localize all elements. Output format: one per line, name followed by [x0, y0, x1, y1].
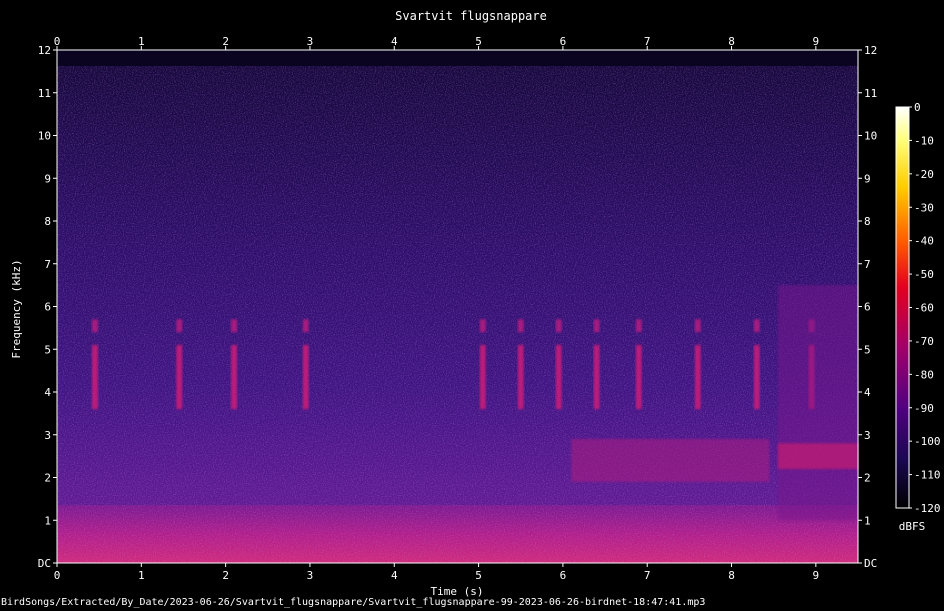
- call-trace-6: [555, 344, 562, 410]
- colorbar-tick-label: -80: [914, 368, 934, 381]
- colorbar-tick-label: -40: [914, 235, 934, 248]
- x-tick-label-top: 2: [222, 35, 229, 48]
- call-trace-2: [231, 344, 238, 410]
- y-tick-label-right: 8: [864, 215, 871, 228]
- colorbar-tick-label: 0: [914, 101, 921, 114]
- y-tick-label-left: DC: [38, 557, 51, 570]
- x-tick-label-top: 7: [644, 35, 651, 48]
- call-harmonic-10: [753, 319, 760, 333]
- colorbar-label: dBFS: [899, 520, 926, 533]
- x-tick-label-bottom: 0: [54, 569, 61, 582]
- call-trace-10: [753, 344, 760, 410]
- colorbar-gradient: [895, 106, 910, 509]
- y-tick-label-right: 5: [864, 343, 871, 356]
- noise-band-3: [777, 443, 858, 469]
- file-path-footer: BirdSongs/Extracted/By_Date/2023-06-26/S…: [1, 597, 706, 608]
- y-tick-label-left: 8: [44, 215, 51, 228]
- call-harmonic-9: [694, 319, 701, 333]
- call-trace-7: [593, 344, 600, 410]
- x-tick-label-bottom: 8: [728, 569, 735, 582]
- x-tick-label-bottom: 5: [475, 569, 482, 582]
- call-trace-5: [517, 344, 524, 410]
- colorbar-tick-label: -100: [914, 435, 941, 448]
- y-tick-label-left: 10: [38, 130, 51, 143]
- call-harmonic-7: [593, 319, 600, 333]
- colorbar-tick-label: -20: [914, 168, 934, 181]
- y-tick-label-left: 4: [44, 386, 51, 399]
- y-tick-label-right: 10: [864, 130, 877, 143]
- y-tick-label-left: 2: [44, 472, 51, 485]
- y-tick-label-left: 1: [44, 514, 51, 527]
- colorbar-tick-label: -110: [914, 469, 941, 482]
- x-tick-label-bottom: 4: [391, 569, 398, 582]
- call-trace-3: [302, 344, 309, 410]
- y-tick-label-right: DC: [864, 557, 877, 570]
- call-harmonic-8: [635, 319, 642, 333]
- call-harmonic-5: [517, 319, 524, 333]
- y-tick-label-left: 11: [38, 87, 51, 100]
- colorbar-tick-label: -60: [914, 302, 934, 315]
- x-tick-label-top: 5: [475, 35, 482, 48]
- x-tick-label-bottom: 1: [138, 569, 145, 582]
- y-tick-label-left: 9: [44, 172, 51, 185]
- y-tick-label-right: 11: [864, 87, 877, 100]
- x-tick-label-bottom: 6: [560, 569, 567, 582]
- y-tick-label-left: 7: [44, 258, 51, 271]
- noise-band-1: [571, 439, 770, 482]
- x-tick-label-top: 0: [54, 35, 61, 48]
- call-harmonic-4: [479, 319, 486, 333]
- call-harmonic-0: [91, 319, 98, 333]
- y-tick-label-right: 7: [864, 258, 871, 271]
- x-tick-label-bottom: 9: [813, 569, 820, 582]
- colorbar-tick-label: -120: [914, 502, 941, 515]
- call-trace-1: [176, 344, 183, 410]
- call-trace-8: [635, 344, 642, 410]
- y-tick-label-right: 3: [864, 429, 871, 442]
- x-tick-label-bottom: 2: [222, 569, 229, 582]
- spectrogram-plot-area: [57, 50, 858, 563]
- x-tick-label-top: 3: [307, 35, 314, 48]
- call-trace-0: [91, 344, 98, 410]
- y-tick-label-right: 4: [864, 386, 871, 399]
- x-tick-label-bottom: 7: [644, 569, 651, 582]
- colorbar-tick-label: -70: [914, 335, 934, 348]
- call-trace-4: [479, 344, 486, 410]
- x-tick-label-top: 1: [138, 35, 145, 48]
- colorbar-tick-label: -50: [914, 268, 934, 281]
- x-tick-label-top: 8: [728, 35, 735, 48]
- call-harmonic-1: [176, 319, 183, 333]
- y-tick-label-left: 6: [44, 301, 51, 314]
- y-tick-label-right: 6: [864, 301, 871, 314]
- x-tick-label-top: 6: [560, 35, 567, 48]
- call-harmonic-6: [555, 319, 562, 333]
- x-tick-label-top: 4: [391, 35, 398, 48]
- y-axis-label: Frequency (kHz): [10, 259, 23, 358]
- y-tick-label-right: 2: [864, 472, 871, 485]
- call-trace-9: [694, 344, 701, 410]
- colorbar-tick-label: -90: [914, 402, 934, 415]
- colorbar-tick-label: -10: [914, 134, 934, 147]
- x-tick-label-top: 9: [813, 35, 820, 48]
- y-tick-label-right: 1: [864, 514, 871, 527]
- chart-title: Svartvit flugsnappare: [395, 9, 547, 23]
- y-tick-label-left: 3: [44, 429, 51, 442]
- y-tick-label-left: 12: [38, 44, 51, 57]
- colorbar: 0 -10 -20 -30 -40 -50 -60 -70 -80 -90 -100 -110 -120: [895, 101, 941, 515]
- spectrogram-chart: 00112233445566778899DC DC1 12 23 34 45 56 67 78 8…: [10, 9, 941, 598]
- colorbar-tick-label: -30: [914, 201, 934, 214]
- y-tick-label-right: 12: [864, 44, 877, 57]
- call-harmonic-3: [302, 319, 309, 333]
- y-tick-label-right: 9: [864, 172, 871, 185]
- noise-band-2: [777, 285, 858, 521]
- call-harmonic-2: [231, 319, 238, 333]
- y-tick-label-left: 5: [44, 343, 51, 356]
- x-tick-label-bottom: 3: [307, 569, 314, 582]
